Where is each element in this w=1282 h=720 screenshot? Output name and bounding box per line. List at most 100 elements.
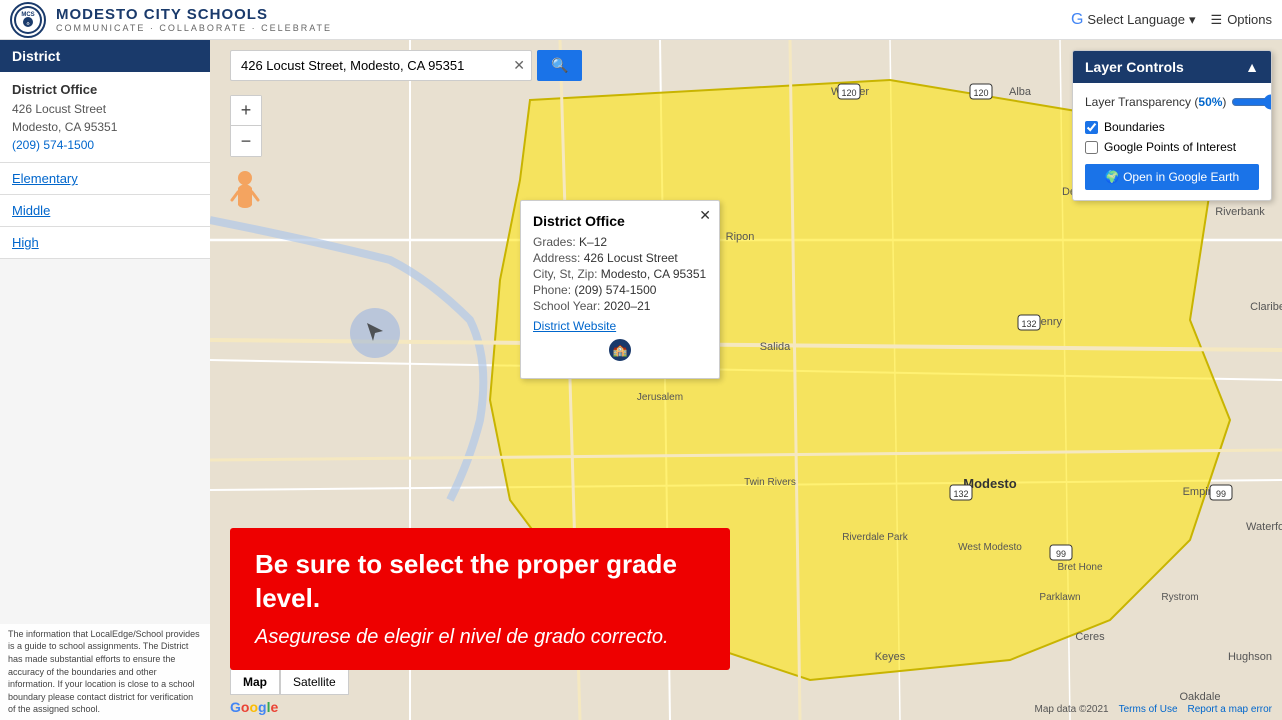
- layer-controls-body: Layer Transparency (50%) ↻ Boundaries Go…: [1073, 83, 1271, 200]
- layer-controls-header[interactable]: Layer Controls ▲: [1073, 51, 1271, 83]
- layer-controls-collapse-icon: ▲: [1245, 59, 1259, 75]
- svg-text:Keyes: Keyes: [875, 651, 906, 663]
- district-office-street: 426 Locust Street: [12, 100, 198, 118]
- svg-text:Riverdale Park: Riverdale Park: [842, 532, 909, 543]
- search-button[interactable]: 🔍: [537, 50, 582, 81]
- header-right: G Select Language ▾ ☰ Options: [1071, 11, 1272, 29]
- boundaries-label: Boundaries: [1104, 120, 1165, 134]
- chevron-down-icon: ▾: [1189, 12, 1196, 28]
- zoom-out-button[interactable]: −: [231, 126, 261, 156]
- street-view-icon[interactable]: [230, 170, 260, 200]
- zoom-controls: + −: [230, 95, 262, 157]
- zoom-in-button[interactable]: +: [231, 96, 261, 126]
- select-language-label: Select Language: [1087, 12, 1185, 27]
- school-year-label: School Year:: [533, 299, 600, 313]
- layer-controls-title: Layer Controls: [1085, 59, 1184, 75]
- options-label: Options: [1227, 12, 1272, 27]
- phone-value: (209) 574-1500: [574, 283, 656, 297]
- city-label: City, St, Zip:: [533, 267, 597, 281]
- svg-text:132: 132: [1021, 319, 1036, 329]
- layer-transparency-label: Layer Transparency (50%): [1085, 95, 1226, 109]
- map-area[interactable]: Wagner Alba Escalon Ripon Del Rio Riverb…: [210, 40, 1282, 720]
- google-poi-label: Google Points of Interest: [1104, 140, 1236, 154]
- district-marker-icon: 🏫: [607, 337, 633, 363]
- svg-text:Rystrom: Rystrom: [1161, 592, 1198, 603]
- select-language-button[interactable]: G Select Language ▾: [1071, 11, 1196, 29]
- svg-text:Hughson: Hughson: [1228, 651, 1272, 663]
- open-google-earth-button[interactable]: 🌍 Open in Google Earth: [1085, 164, 1259, 190]
- popup-school-year: School Year: 2020–21: [533, 299, 707, 313]
- grades-label: Grades:: [533, 235, 576, 249]
- svg-text:Waterford: Waterford: [1246, 521, 1282, 533]
- district-label: District: [12, 48, 60, 64]
- transparency-value: 50%: [1198, 95, 1222, 109]
- boundaries-checkbox-row: Boundaries: [1085, 120, 1259, 134]
- red-banner: Be sure to select the proper grade level…: [230, 528, 730, 670]
- boundaries-checkbox[interactable]: [1085, 121, 1098, 134]
- google-logo: Google: [230, 699, 278, 715]
- svg-text:99: 99: [1056, 549, 1066, 559]
- sidebar-disclaimer: The information that LocalEdge/School pr…: [0, 624, 210, 720]
- search-bar: ✕ 🔍: [230, 50, 582, 81]
- banner-main-text: Be sure to select the proper grade level…: [255, 548, 705, 616]
- svg-text:120: 120: [973, 88, 988, 98]
- svg-text:Parklawn: Parklawn: [1039, 592, 1080, 603]
- school-logo: MCS ⚙: [10, 2, 46, 38]
- google-translate-icon: G: [1071, 11, 1083, 29]
- google-poi-checkbox[interactable]: [1085, 141, 1098, 154]
- city-value: Modesto, CA 95351: [601, 267, 706, 281]
- search-clear-button[interactable]: ✕: [513, 57, 525, 74]
- popup-close-button[interactable]: ✕: [699, 207, 711, 224]
- school-name: MODESTO CITY SCHOOLS COMMUNICATE · COLLA…: [56, 6, 332, 33]
- popup-address: Address: 426 Locust Street: [533, 251, 707, 265]
- svg-text:West Modesto: West Modesto: [958, 542, 1022, 553]
- map-type-map-button[interactable]: Map: [230, 669, 280, 695]
- middle-button[interactable]: Middle: [0, 195, 210, 227]
- svg-text:Riverbank: Riverbank: [1215, 206, 1265, 218]
- address-label: Address:: [533, 251, 580, 265]
- search-icon: 🔍: [551, 57, 568, 73]
- district-office-phone: (209) 574-1500: [12, 138, 198, 152]
- district-info: District Office 426 Locust Street Modest…: [0, 72, 210, 163]
- school-year-value: 2020–21: [604, 299, 651, 313]
- report-map-link[interactable]: Report a map error: [1188, 704, 1272, 715]
- options-button[interactable]: ☰ Options: [1211, 12, 1272, 28]
- district-header: District: [0, 40, 210, 72]
- google-earth-label: Open in Google Earth: [1123, 170, 1239, 184]
- popup-phone: Phone: (209) 574-1500: [533, 283, 707, 297]
- svg-text:Ceres: Ceres: [1075, 631, 1105, 643]
- google-poi-checkbox-row: Google Points of Interest: [1085, 140, 1259, 154]
- svg-text:Salida: Salida: [760, 341, 791, 353]
- svg-text:Oakdale: Oakdale: [1180, 691, 1221, 703]
- svg-text:Alba: Alba: [1009, 86, 1032, 98]
- header: MCS ⚙ MODESTO CITY SCHOOLS COMMUNICATE ·…: [0, 0, 1282, 40]
- svg-text:Bret Hone: Bret Hone: [1057, 562, 1102, 573]
- district-website-link[interactable]: District Website: [533, 319, 707, 333]
- address-value: 426 Locust Street: [584, 251, 678, 265]
- district-office-city: Modesto, CA 95351: [12, 118, 198, 136]
- grades-value: K–12: [579, 235, 607, 249]
- map-type-satellite-button[interactable]: Satellite: [280, 669, 349, 695]
- phone-label: Phone:: [533, 283, 571, 297]
- svg-text:Ripon: Ripon: [726, 231, 755, 243]
- search-input-wrapper: ✕: [230, 50, 532, 81]
- header-left: MCS ⚙ MODESTO CITY SCHOOLS COMMUNICATE ·…: [10, 2, 332, 38]
- layer-transparency-row: Layer Transparency (50%) ↻: [1085, 93, 1259, 110]
- data-attribution: Map data ©2021 Terms of Use Report a map…: [1035, 704, 1272, 715]
- map-data-text: Map data ©2021: [1035, 704, 1109, 715]
- transparency-slider[interactable]: [1231, 94, 1272, 110]
- svg-text:120: 120: [841, 88, 856, 98]
- district-office-name: District Office: [12, 82, 198, 97]
- search-input[interactable]: [231, 51, 531, 80]
- school-name-sub: COMMUNICATE · COLLABORATE · CELEBRATE: [56, 23, 332, 33]
- elementary-button[interactable]: Elementary: [0, 163, 210, 195]
- svg-text:99: 99: [1216, 489, 1226, 499]
- svg-text:⚙: ⚙: [26, 21, 30, 26]
- terms-of-use-link[interactable]: Terms of Use: [1119, 704, 1178, 715]
- high-button[interactable]: High: [0, 227, 210, 259]
- district-popup: ✕ District Office Grades: K–12 Address: …: [520, 200, 720, 379]
- map-type-controls: Map Satellite: [230, 669, 349, 695]
- svg-text:132: 132: [953, 489, 968, 499]
- hamburger-icon: ☰: [1211, 12, 1223, 28]
- popup-title: District Office: [533, 213, 707, 229]
